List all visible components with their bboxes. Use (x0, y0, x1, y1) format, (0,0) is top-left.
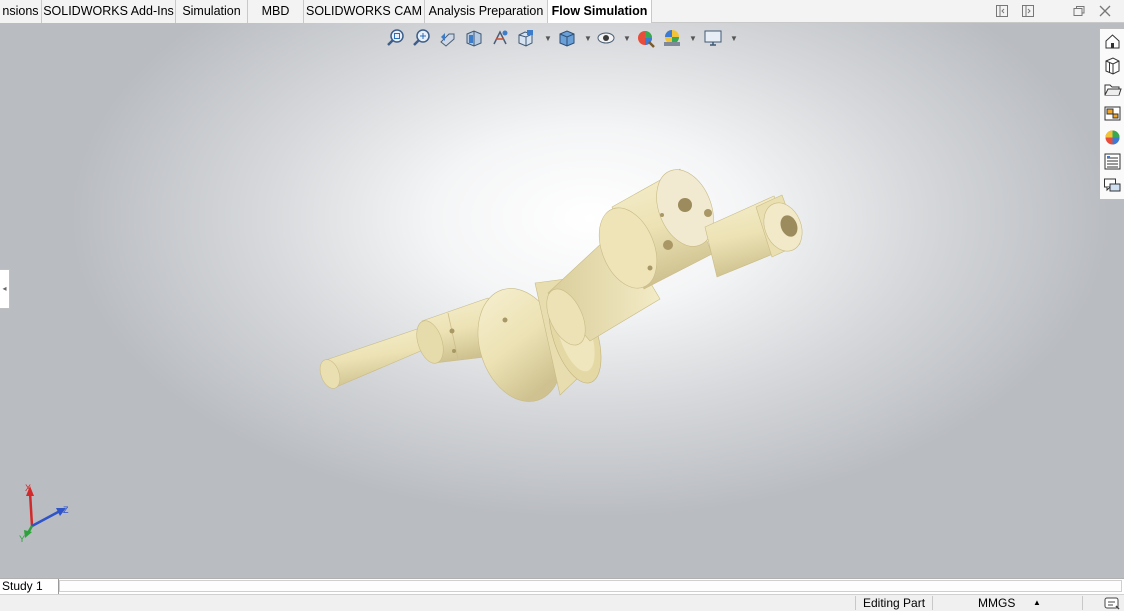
triad-y-label: Y (19, 534, 25, 544)
hub-hole (678, 198, 692, 212)
appearances-scenes-icon[interactable] (1103, 128, 1122, 147)
tab-solidworks-add-ins[interactable]: SOLIDWORKS Add-Ins (42, 0, 176, 23)
graphics-area[interactable]: ▼ ▼ ▼ ▼ ▼ X Z Y ◂ (0, 23, 1124, 578)
tile-right-icon[interactable] (1021, 4, 1035, 18)
task-pane-tabs (1099, 28, 1124, 200)
bearing-hole (449, 328, 455, 334)
custom-properties-icon[interactable] (1103, 152, 1122, 171)
status-mode: Editing Part (863, 596, 926, 610)
triad-z-label: Z (63, 505, 69, 515)
study-tab[interactable]: Study 1 (0, 579, 59, 594)
command-manager-tabs: nsions SOLIDWORKS Add-Ins Simulation MBD… (0, 0, 1124, 24)
tile-left-icon[interactable] (995, 4, 1009, 18)
tab-dimensions[interactable]: nsions (0, 0, 42, 23)
tab-flow-simulation[interactable]: Flow Simulation (547, 0, 652, 24)
close-icon[interactable] (1098, 4, 1112, 18)
tab-mbd[interactable]: MBD (248, 0, 304, 23)
shaft-left (325, 326, 431, 389)
view-palette-icon[interactable] (1103, 104, 1122, 123)
forum-icon[interactable] (1103, 176, 1122, 195)
design-library-icon[interactable] (1103, 56, 1122, 75)
file-explorer-icon[interactable] (1103, 80, 1122, 99)
tab-simulation[interactable]: Simulation (176, 0, 248, 23)
feature-manager-toggle[interactable]: ◂ (0, 269, 10, 309)
unit-system[interactable]: MMGS (978, 595, 1015, 611)
part-model[interactable] (0, 23, 1124, 578)
quick-tips-icon[interactable] (1104, 596, 1120, 612)
status-bar: Editing Part MMGS ▲ (0, 594, 1124, 611)
horizontal-scrollbar[interactable] (59, 580, 1122, 592)
study-tabs-bar: Study 1 (0, 578, 1124, 594)
reference-triad: X Z Y (19, 483, 69, 544)
solidworks-resources-icon[interactable] (1103, 32, 1122, 51)
restore-icon[interactable] (1072, 4, 1086, 18)
tab-solidworks-cam[interactable]: SOLIDWORKS CAM (304, 0, 425, 23)
tab-analysis-preparation[interactable]: Analysis Preparation (425, 0, 548, 23)
triad-x-label: X (25, 483, 31, 493)
unit-system-arrow-icon[interactable]: ▲ (1033, 595, 1041, 611)
